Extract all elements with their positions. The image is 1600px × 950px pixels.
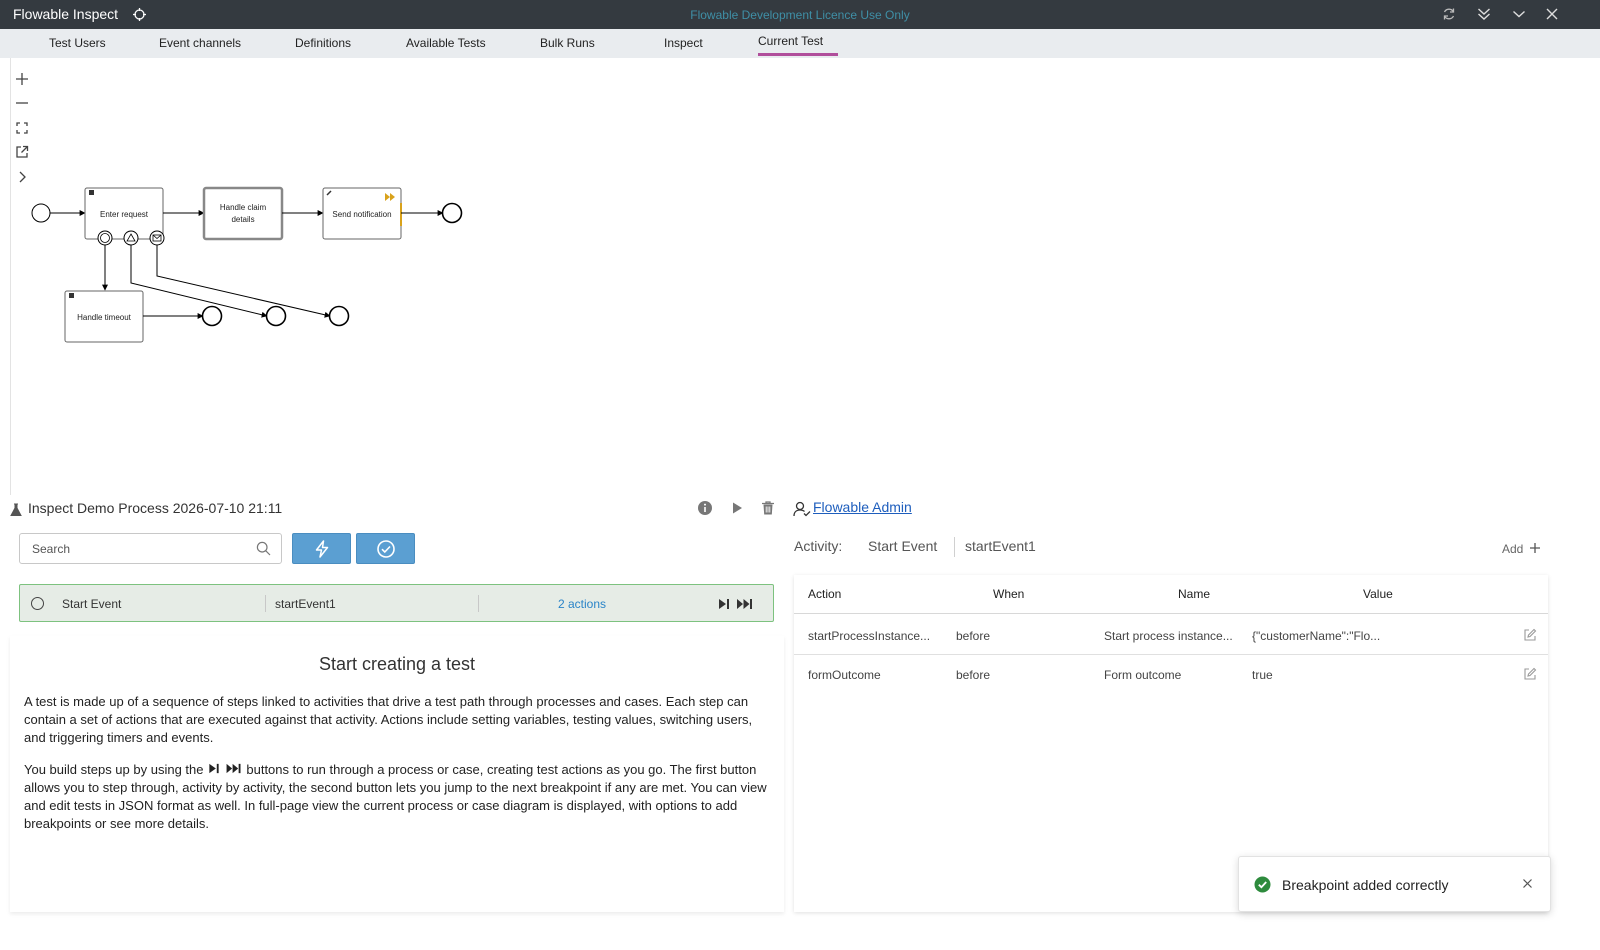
app-title: Flowable Inspect: [13, 6, 119, 22]
main-tabs: Test Users Event channels Definitions Av…: [0, 29, 1600, 58]
cell-when: before: [956, 629, 991, 643]
help-paragraph-2: You build steps up by using the buttons …: [24, 761, 770, 833]
column-header-name[interactable]: Name: [1178, 587, 1210, 601]
step-forward-icon: [209, 763, 219, 774]
task-enter-request[interactable]: Enter request: [84, 187, 164, 240]
user-check-icon: [793, 501, 811, 517]
cell-action: formOutcome: [808, 668, 881, 682]
timeout-end-event[interactable]: [201, 305, 223, 327]
check-circle-icon: [1254, 876, 1271, 893]
task-label: Send notification: [332, 210, 391, 219]
activity-name: Start Event: [868, 538, 938, 554]
signal-end-event[interactable]: [265, 305, 287, 327]
help-paragraph-2-start: You build steps up by using the: [24, 762, 204, 777]
task-handle-claim-details[interactable]: Handle claim details: [202, 186, 284, 241]
title-bar: Flowable Inspect Flowable Development Li…: [0, 0, 1600, 29]
edit-icon[interactable]: [1523, 667, 1537, 681]
header-divider: [794, 613, 1548, 614]
message-end-event[interactable]: [328, 305, 350, 327]
tab-current-test[interactable]: Current Test: [758, 34, 838, 56]
help-heading: Start creating a test: [318, 654, 476, 674]
start-event[interactable]: [31, 203, 51, 223]
play-icon[interactable]: [729, 500, 745, 516]
cell-name: Form outcome: [1104, 668, 1182, 682]
separator: [265, 595, 266, 612]
fast-forward-icon[interactable]: [736, 597, 754, 611]
test-step-row[interactable]: Start Event startEvent1 2 actions: [19, 584, 774, 622]
activity-label: Activity:: [794, 538, 843, 554]
task-label: Enter request: [100, 210, 149, 219]
fast-forward-icon: [226, 763, 241, 774]
step-forward-icon[interactable]: [717, 597, 731, 611]
step-activity-id: startEvent1: [275, 597, 336, 611]
cell-action: startProcessInstance...: [808, 629, 931, 643]
cell-value: true: [1252, 668, 1273, 682]
close-icon[interactable]: [1545, 7, 1559, 21]
flask-icon: [10, 503, 22, 516]
trash-icon[interactable]: [760, 500, 776, 516]
licence-notice: Flowable Development Licence Use Only: [690, 8, 910, 22]
end-event[interactable]: [441, 202, 463, 224]
validate-button[interactable]: [356, 533, 415, 564]
task-send-notification[interactable]: Send notification: [322, 187, 402, 240]
signal-boundary-event[interactable]: [123, 230, 139, 246]
close-icon[interactable]: [1522, 878, 1533, 889]
current-user-link[interactable]: Flowable Admin: [813, 499, 912, 515]
task-label-line-2: details: [231, 215, 254, 224]
edit-icon[interactable]: [1523, 628, 1537, 642]
check-circle-icon: [377, 540, 395, 558]
toast-message: Breakpoint added correctly: [1282, 877, 1449, 893]
info-icon[interactable]: [697, 500, 713, 516]
separator: [478, 595, 479, 612]
table-row[interactable]: startProcessInstance... before Start pro…: [794, 615, 1548, 654]
help-paragraph-1: A test is made up of a sequence of steps…: [24, 694, 753, 745]
cell-name: Start process instance...: [1104, 629, 1233, 643]
tab-bulk-runs[interactable]: Bulk Runs: [540, 36, 595, 58]
plus-icon: [1529, 543, 1540, 553]
task-label-line-1: Handle claim: [220, 203, 267, 212]
table-row[interactable]: formOutcome before Form outcome true: [794, 654, 1548, 693]
column-header-value[interactable]: Value: [1363, 587, 1393, 601]
trigger-event-button[interactable]: [292, 533, 351, 564]
task-label: Handle timeout: [77, 313, 132, 322]
activity-id: startEvent1: [965, 538, 1036, 554]
separator: [954, 537, 955, 557]
bpmn-diagram: Enter request Handle claim details Send …: [31, 186, 463, 343]
task-handle-timeout[interactable]: Handle timeout: [64, 290, 144, 343]
help-panel: Start creating a test A test is made up …: [10, 636, 784, 912]
add-action-button[interactable]: Add: [1502, 542, 1541, 556]
tab-event-channels[interactable]: Event channels: [159, 36, 241, 58]
lightning-icon: [315, 540, 329, 558]
tab-test-users[interactable]: Test Users: [49, 36, 106, 58]
tab-available-tests[interactable]: Available Tests: [406, 36, 486, 58]
search-input[interactable]: [19, 533, 282, 564]
tab-definitions[interactable]: Definitions: [295, 36, 351, 58]
tab-inspect[interactable]: Inspect: [664, 36, 703, 58]
crosshair-icon[interactable]: [133, 8, 146, 21]
test-title: Inspect Demo Process 2026-07-10 21:11: [28, 500, 283, 516]
refresh-icon[interactable]: [1442, 7, 1456, 21]
column-header-when[interactable]: When: [993, 587, 1024, 601]
chevron-down-icon[interactable]: [1512, 7, 1526, 21]
search-icon[interactable]: [256, 541, 271, 556]
step-status-icon: [31, 597, 44, 610]
step-actions-link[interactable]: 2 actions: [558, 597, 606, 611]
step-activity-name: Start Event: [62, 597, 122, 611]
success-toast: Breakpoint added correctly: [1238, 856, 1551, 912]
cell-when: before: [956, 668, 991, 682]
cell-value: {"customerName":"Flo...: [1252, 629, 1381, 643]
column-header-action[interactable]: Action: [808, 587, 841, 601]
add-action-label: Add: [1502, 542, 1524, 556]
double-chevron-down-icon[interactable]: [1477, 7, 1491, 21]
